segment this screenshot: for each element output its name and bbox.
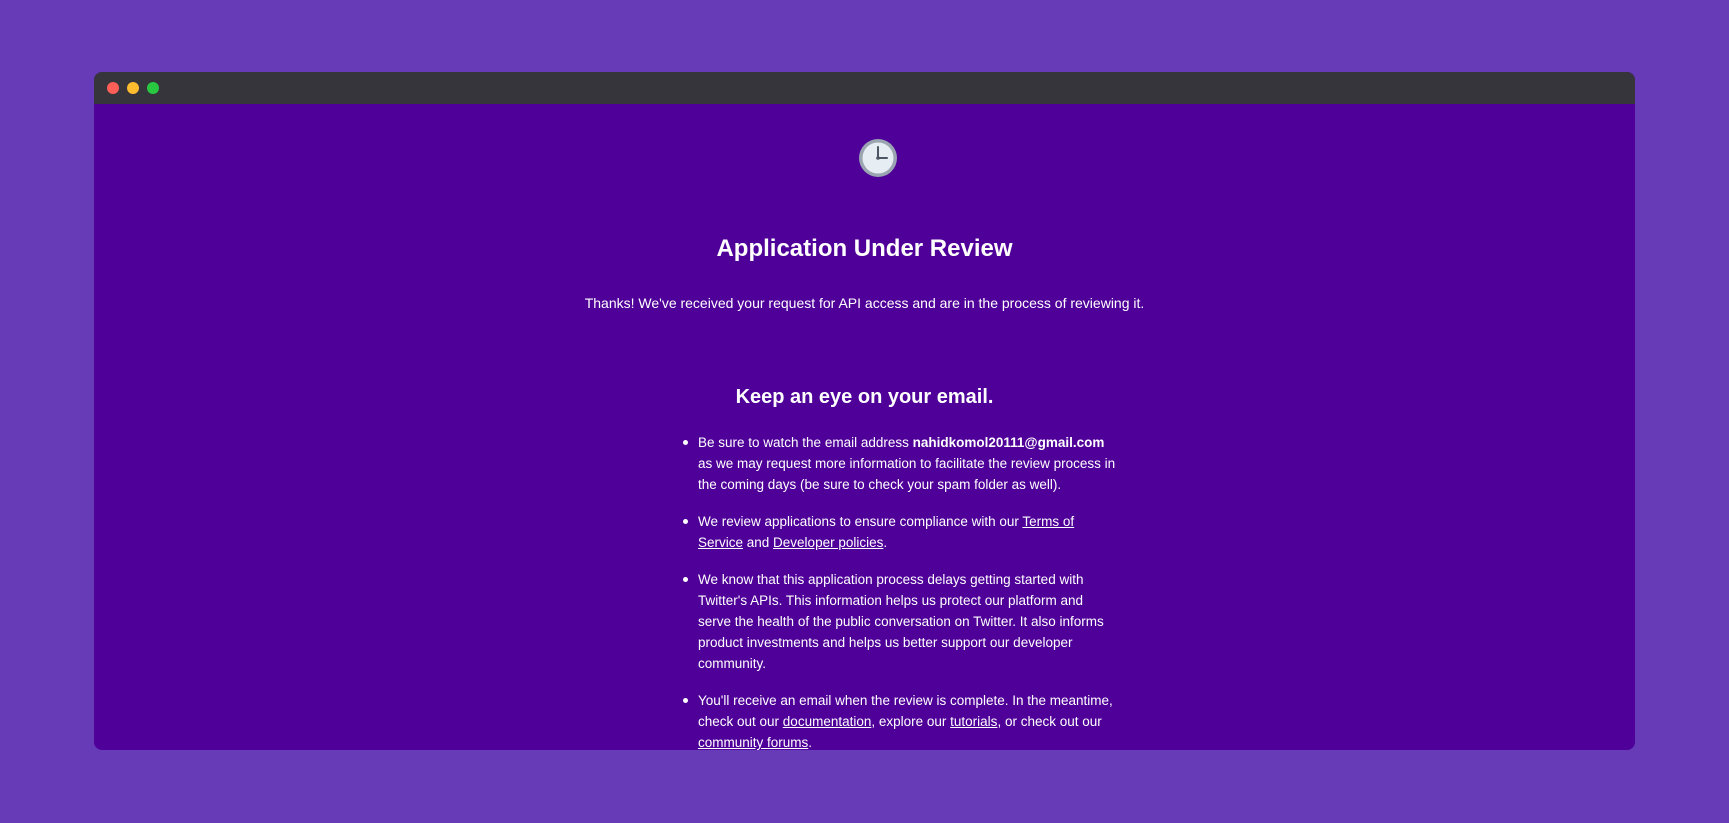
- item-text: We know that this application process de…: [698, 572, 1104, 671]
- close-window-button[interactable]: [107, 82, 119, 94]
- item-text: as we may request more information to fa…: [698, 456, 1116, 492]
- item-text: Be sure to watch the email address: [698, 435, 913, 450]
- page-subtitle: Thanks! We've received your request for …: [584, 295, 1145, 311]
- minimize-window-button[interactable]: [127, 82, 139, 94]
- item-text: , explore our: [871, 714, 951, 729]
- item-text: .: [883, 535, 888, 550]
- list-item: You'll receive an email when the review …: [678, 690, 1118, 750]
- maximize-window-button[interactable]: [147, 82, 159, 94]
- list-item: We know that this application process de…: [678, 569, 1118, 674]
- community-forums-link[interactable]: community forums: [698, 735, 808, 750]
- page-title: Application Under Review: [716, 235, 1013, 262]
- item-text: and: [743, 535, 774, 550]
- window-titlebar: [94, 72, 1635, 104]
- developer-policies-link[interactable]: Developer policies: [773, 535, 883, 550]
- browser-window: Application Under Review Thanks! We've r…: [94, 72, 1635, 750]
- clock-icon: [859, 139, 897, 177]
- email-section-heading: Keep an eye on your email.: [735, 386, 994, 408]
- email-address: nahidkomol20111@gmail.com: [912, 435, 1105, 450]
- item-text: We review applications to ensure complia…: [698, 514, 1023, 529]
- info-list: Be sure to watch the email address nahid…: [678, 432, 1118, 750]
- documentation-link[interactable]: documentation: [783, 714, 872, 729]
- item-text: .: [808, 735, 813, 750]
- list-item: Be sure to watch the email address nahid…: [678, 432, 1118, 495]
- item-text: , or check out our: [997, 714, 1102, 729]
- tutorials-link[interactable]: tutorials: [950, 714, 997, 729]
- list-item: We review applications to ensure complia…: [678, 511, 1118, 553]
- page-content: Application Under Review Thanks! We've r…: [94, 104, 1635, 750]
